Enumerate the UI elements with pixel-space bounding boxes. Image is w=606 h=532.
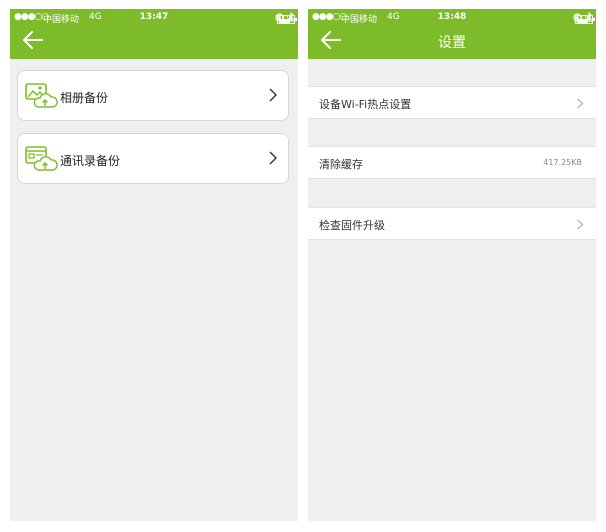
check-firmware-update-row[interactable]: 检查固件升级 (308, 207, 596, 240)
back-button[interactable] (20, 29, 46, 51)
row-label: 设备Wi-Fi热点设置 (319, 98, 412, 111)
cache-size-value: 417.25KB (543, 158, 582, 167)
settings-screen: ●●●○○ 中国移动 4G 13:48 71% 设置 设备Wi-Fi热点设置 清… (308, 9, 596, 521)
contacts-backup-label: 通讯录备份 (60, 154, 121, 168)
battery-icon (277, 15, 297, 24)
app-bar: ●●●○○ 中国移动 4G 13:47 71% (10, 9, 298, 59)
status-time: 13:47 (139, 12, 169, 22)
wifi-hotspot-settings-row[interactable]: 设备Wi-Fi热点设置 (308, 86, 596, 119)
photo-backup-item[interactable]: 相册备份 (17, 70, 289, 121)
app-bar: ●●●○○ 中国移动 4G 13:48 71% 设置 (308, 9, 596, 59)
backup-screen: ●●●○○ 中国移动 4G 13:47 71% 相册备份 (10, 9, 298, 521)
page-title: 设置 (438, 35, 466, 51)
status-right: 71% (275, 12, 297, 25)
arrow-left-icon (23, 31, 43, 49)
battery-icon (575, 15, 595, 24)
row-label: 清除缓存 (319, 158, 363, 171)
chevron-right-icon (577, 98, 584, 109)
chevron-right-icon (577, 219, 584, 230)
photo-cloud-upload-icon (25, 83, 58, 108)
chevron-right-icon (269, 151, 277, 165)
status-right: 71% (573, 12, 595, 25)
status-bar: ●●●○○ 中国移动 4G 13:47 71% (10, 9, 298, 25)
status-bar: ●●●○○ 中国移动 4G 13:48 71% (308, 9, 596, 25)
contacts-cloud-upload-icon (25, 146, 58, 171)
status-time: 13:48 (437, 12, 467, 22)
clear-cache-row[interactable]: 清除缓存 417.25KB (308, 146, 596, 179)
photo-backup-label: 相册备份 (60, 91, 109, 105)
row-label: 检查固件升级 (319, 219, 385, 232)
contacts-backup-item[interactable]: 通讯录备份 (17, 133, 289, 184)
chevron-right-icon (269, 88, 277, 102)
